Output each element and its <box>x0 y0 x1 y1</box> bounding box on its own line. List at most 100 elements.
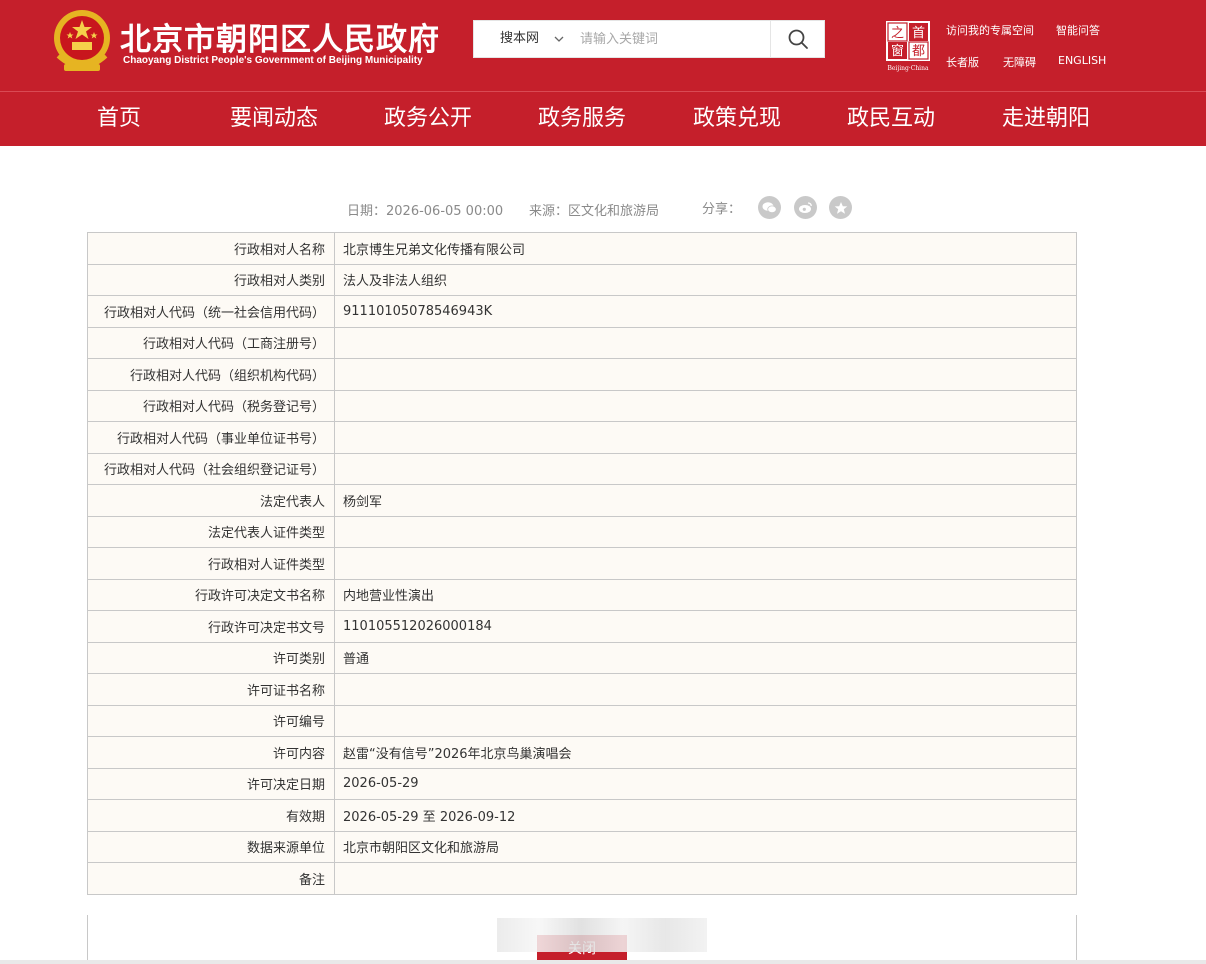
table-row: 有效期 2026-05-29 至 2026-09-12 <box>87 799 1077 832</box>
field-label: 备注 <box>87 862 335 895</box>
field-value: 赵雷“没有信号”2026年北京鸟巢演唱会 <box>334 736 1077 769</box>
field-label: 有效期 <box>87 799 335 832</box>
nav-item-about[interactable]: 走进朝阳 <box>1002 92 1090 147</box>
header-bar: 北京市朝阳区人民政府 Chaoyang District People's Go… <box>0 0 1206 91</box>
table-row: 行政相对人名称 北京博生兄弟文化传播有限公司 <box>87 232 1077 265</box>
search-scope-label: 搜本网 <box>500 31 540 46</box>
field-label: 行政相对人代码（组织机构代码） <box>87 358 335 391</box>
national-emblem-icon[interactable] <box>50 6 114 76</box>
nav-item-news[interactable]: 要闻动态 <box>230 92 318 147</box>
capital-window-logo-icon[interactable]: 之 首 窗 都 Beijing·China <box>884 20 932 72</box>
field-value: 普通 <box>334 641 1077 674</box>
field-value: 110105512026000184 <box>334 610 1077 643</box>
table-row: 许可内容 赵雷“没有信号”2026年北京鸟巢演唱会 <box>87 736 1077 769</box>
share-label: 分享： <box>702 202 742 217</box>
capital-logo-caption: Beijing·China <box>887 65 929 72</box>
field-label: 行政许可决定文书名称 <box>87 578 335 611</box>
field-label: 行政相对人代码（社会组织登记证号） <box>87 452 335 485</box>
field-label: 行政相对人证件类型 <box>87 547 335 580</box>
field-value: 2026-05-29 <box>334 767 1077 800</box>
nav-item-policy[interactable]: 政策兑现 <box>693 92 781 147</box>
search-button[interactable] <box>770 21 824 57</box>
table-row: 备注 <box>87 862 1077 895</box>
blurred-overlay <box>497 918 707 952</box>
field-value <box>334 673 1077 706</box>
field-label: 行政相对人名称 <box>87 232 335 265</box>
field-label: 行政许可决定书文号 <box>87 610 335 643</box>
source: 来源：区文化和旅游局 <box>529 204 660 219</box>
favorite-icon[interactable] <box>829 196 852 219</box>
english-link[interactable]: ENGLISH <box>1058 54 1106 67</box>
field-label: 许可类别 <box>87 641 335 674</box>
wechat-icon[interactable] <box>758 196 781 219</box>
field-label: 许可决定日期 <box>87 767 335 800</box>
field-label: 许可编号 <box>87 704 335 737</box>
elder-version-link[interactable]: 长者版 <box>946 54 979 70</box>
capital-logo-char-1: 之 <box>891 26 904 41</box>
field-label: 行政相对人代码（税务登记号） <box>87 389 335 422</box>
table-row: 许可决定日期 2026-05-29 <box>87 767 1077 800</box>
main-nav: 首页 要闻动态 政务公开 政务服务 政策兑现 政民互动 走进朝阳 <box>0 91 1206 146</box>
field-value <box>334 547 1077 580</box>
field-label: 法定代表人 <box>87 484 335 517</box>
field-label: 许可内容 <box>87 736 335 769</box>
weibo-icon[interactable] <box>794 196 817 219</box>
chevron-down-icon <box>554 36 564 42</box>
table-row: 行政相对人代码（税务登记号） <box>87 389 1077 422</box>
field-value <box>334 389 1077 422</box>
field-value <box>334 515 1077 548</box>
field-value <box>334 452 1077 485</box>
field-value: 法人及非法人组织 <box>334 263 1077 296</box>
nav-item-open-gov[interactable]: 政务公开 <box>384 92 472 147</box>
qa-link[interactable]: 智能问答 <box>1056 22 1100 38</box>
table-row: 法定代表人 杨剑军 <box>87 484 1077 517</box>
capital-logo-char-4: 都 <box>912 44 925 59</box>
my-space-link[interactable]: 访问我的专属空间 <box>946 22 1034 38</box>
search-icon <box>788 29 808 49</box>
field-label: 行政相对人代码（工商注册号） <box>87 326 335 359</box>
table-row: 行政许可决定书文号 110105512026000184 <box>87 610 1077 643</box>
field-value <box>334 862 1077 895</box>
field-value: 2026-05-29 至 2026-09-12 <box>334 799 1077 832</box>
field-value <box>334 421 1077 454</box>
field-label: 行政相对人类别 <box>87 263 335 296</box>
table-row: 行政相对人证件类型 <box>87 547 1077 580</box>
publish-date: 日期：2026-06-05 00:00 <box>347 204 504 219</box>
license-info-table: 行政相对人名称 北京博生兄弟文化传播有限公司 行政相对人类别 法人及非法人组织 行政相对… <box>87 232 1077 895</box>
table-row: 行政相对人代码（统一社会信用代码） 91110105078546943K <box>87 295 1077 328</box>
table-row: 行政许可决定文书名称 内地营业性演出 <box>87 578 1077 611</box>
accessible-link[interactable]: 无障碍 <box>1003 54 1036 70</box>
capital-logo-char-3: 窗 <box>891 43 904 59</box>
field-value: 杨剑军 <box>334 484 1077 517</box>
nav-item-interaction[interactable]: 政民互动 <box>847 92 935 147</box>
table-row: 法定代表人证件类型 <box>87 515 1077 548</box>
table-row: 行政相对人代码（社会组织登记证号） <box>87 452 1077 485</box>
table-row: 许可编号 <box>87 704 1077 737</box>
bottom-edge <box>0 960 1206 964</box>
field-value: 北京市朝阳区文化和旅游局 <box>334 830 1077 863</box>
search-box: 搜本网 <box>473 20 825 58</box>
capital-logo-char-2: 首 <box>912 26 925 41</box>
field-value <box>334 326 1077 359</box>
site-title[interactable]: 北京市朝阳区人民政府 <box>120 14 440 59</box>
nav-item-services[interactable]: 政务服务 <box>538 92 626 147</box>
table-row: 行政相对人代码（组织机构代码） <box>87 358 1077 391</box>
nav-item-home[interactable]: 首页 <box>97 92 141 147</box>
field-label: 许可证书名称 <box>87 673 335 706</box>
table-row: 行政相对人代码（工商注册号） <box>87 326 1077 359</box>
field-value: 91110105078546943K <box>334 295 1077 328</box>
table-row: 许可证书名称 <box>87 673 1077 706</box>
field-value <box>334 358 1077 391</box>
field-value: 内地营业性演出 <box>334 578 1077 611</box>
table-row: 数据来源单位 北京市朝阳区文化和旅游局 <box>87 830 1077 863</box>
site-subtitle: Chaoyang District People's Government of… <box>123 55 423 66</box>
field-value: 北京博生兄弟文化传播有限公司 <box>334 232 1077 265</box>
table-row: 行政相对人代码（事业单位证书号） <box>87 421 1077 454</box>
field-label: 法定代表人证件类型 <box>87 515 335 548</box>
table-row: 许可类别 普通 <box>87 641 1077 674</box>
field-value <box>334 704 1077 737</box>
field-label: 行政相对人代码（事业单位证书号） <box>87 421 335 454</box>
search-input[interactable] <box>572 21 772 57</box>
field-label: 数据来源单位 <box>87 830 335 863</box>
search-scope-select[interactable]: 搜本网 <box>474 21 572 57</box>
